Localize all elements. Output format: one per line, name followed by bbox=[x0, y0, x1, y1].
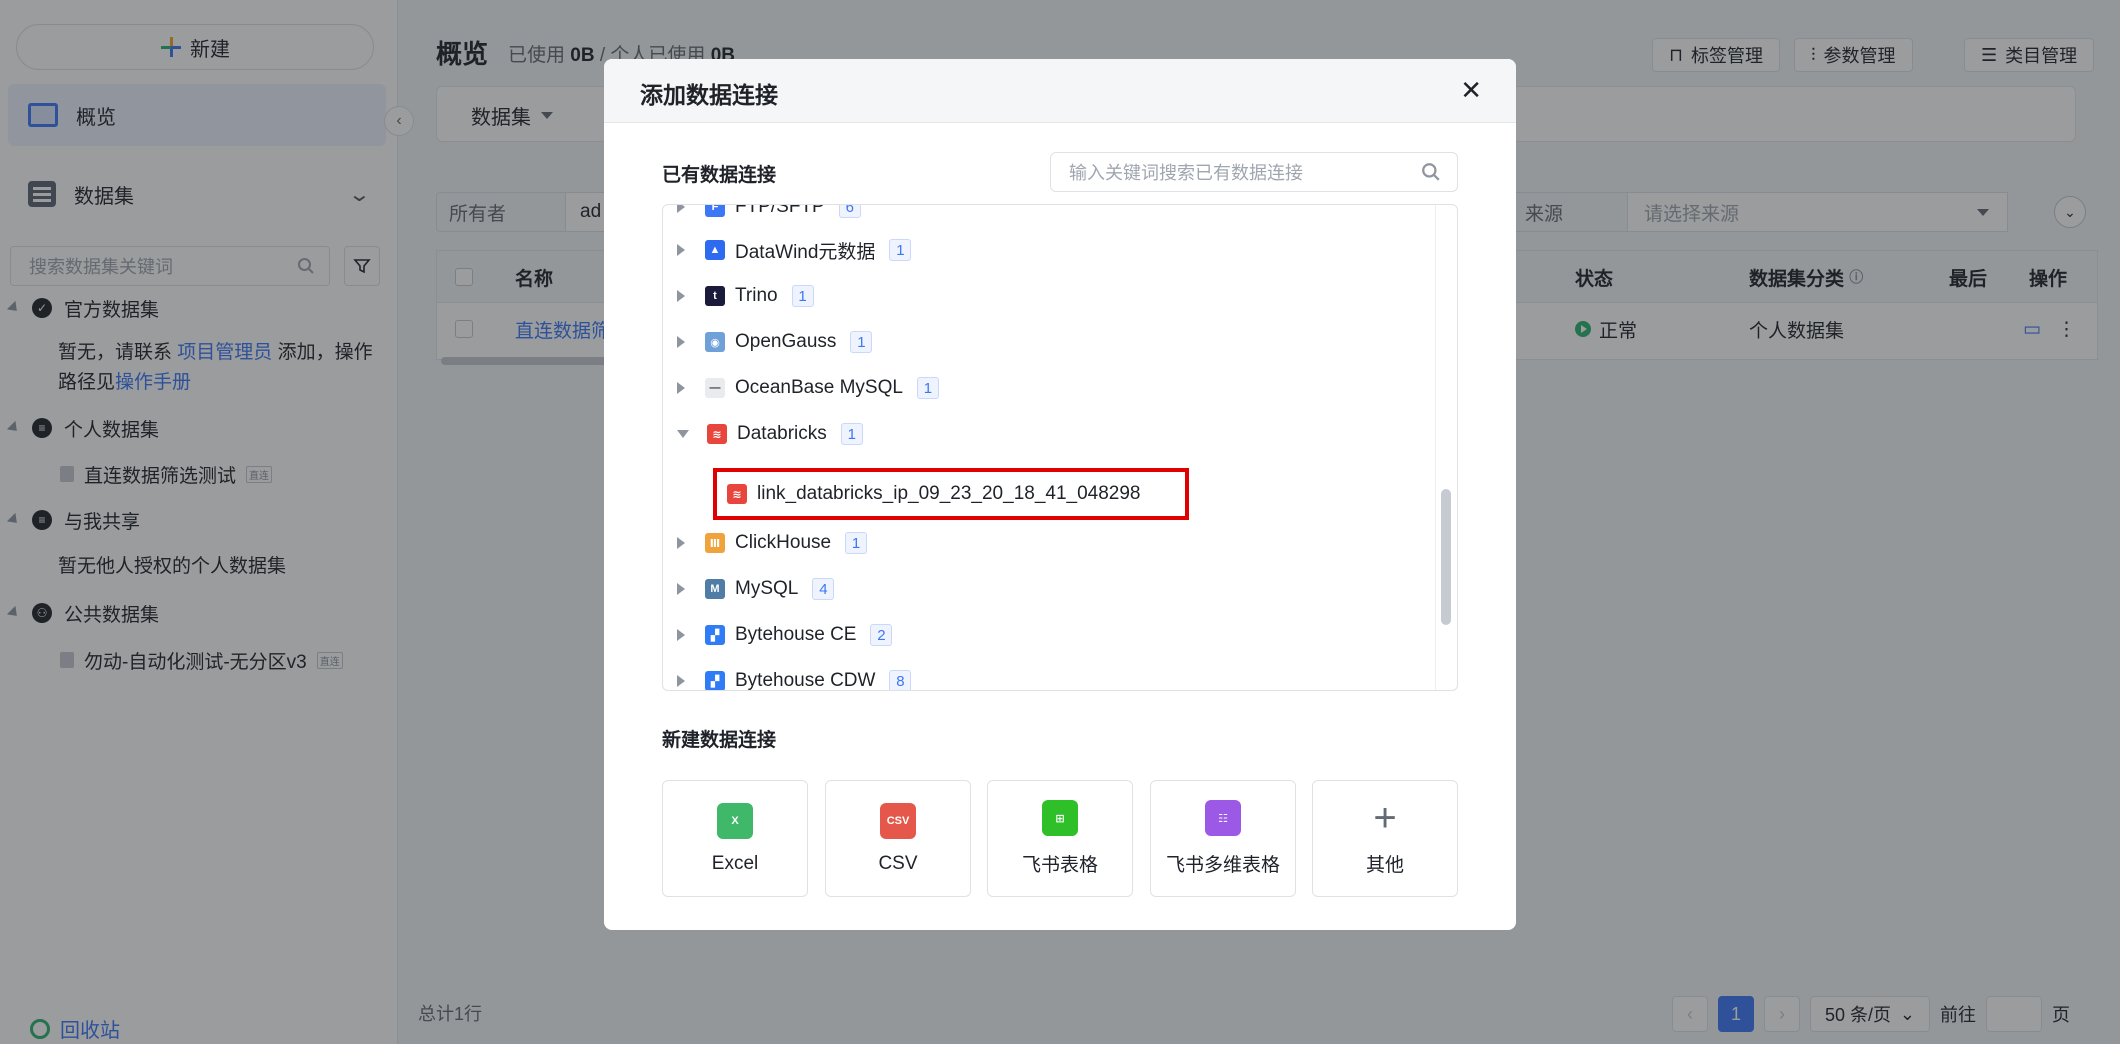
new-lark-bitable-card[interactable]: ☷ 飞书多维表格 bbox=[1150, 780, 1296, 897]
connection-name: OceanBase MySQL bbox=[735, 377, 903, 398]
connection-count: 1 bbox=[840, 423, 863, 445]
databricks-icon: ≋ bbox=[707, 424, 727, 444]
connection-name: ClickHouse bbox=[735, 532, 832, 553]
tree-child-databricks-link[interactable]: ≋ link_databricks_ip_09_23_20_18_41_0482… bbox=[713, 468, 1189, 520]
caret-right-icon bbox=[677, 244, 685, 256]
connection-name: Bytehouse CDW bbox=[735, 670, 876, 691]
search-icon bbox=[1422, 163, 1440, 181]
caret-right-icon bbox=[677, 382, 685, 394]
caret-right-icon bbox=[677, 629, 685, 641]
caret-right-icon bbox=[677, 205, 685, 213]
mysql-icon: M bbox=[705, 579, 725, 599]
caret-right-icon bbox=[677, 336, 685, 348]
tree-row-opengauss[interactable]: ◉ OpenGauss 1 bbox=[663, 322, 1423, 362]
excel-icon: X bbox=[717, 802, 753, 839]
connection-count: 1 bbox=[889, 239, 912, 261]
vertical-scrollbar[interactable] bbox=[1441, 489, 1451, 625]
new-connection-title: 新建数据连接 bbox=[662, 730, 777, 751]
connection-name: DataWind元数据 bbox=[735, 241, 876, 263]
tree-row-clickhouse[interactable]: Ⅲ ClickHouse 1 bbox=[663, 523, 1423, 563]
oceanbase-icon: — bbox=[705, 378, 725, 398]
new-csv-card[interactable]: CSV CSV bbox=[825, 780, 971, 897]
new-excel-card[interactable]: X Excel bbox=[662, 780, 808, 897]
bytehouse-icon: ▞ bbox=[705, 671, 725, 690]
modal-header: 添加数据连接 ✕ bbox=[604, 59, 1516, 123]
caret-down-icon bbox=[677, 430, 689, 438]
connection-name: Databricks bbox=[737, 423, 827, 444]
connection-count: 1 bbox=[791, 285, 814, 307]
new-lark-sheet-card[interactable]: ⊞ 飞书表格 bbox=[987, 780, 1133, 897]
existing-connections-title: 已有数据连接 bbox=[662, 165, 777, 186]
connection-count: 1 bbox=[845, 532, 868, 554]
connection-child-name: link_databricks_ip_09_23_20_18_41_048298 bbox=[757, 483, 1141, 504]
clickhouse-icon: Ⅲ bbox=[705, 533, 725, 553]
connection-search-input[interactable]: 输入关键词搜索已有数据连接 bbox=[1050, 152, 1458, 192]
tree-row-datawind[interactable]: ▲ DataWind元数据 1 bbox=[663, 230, 1423, 270]
tree-row-mysql[interactable]: M MySQL 4 bbox=[663, 569, 1423, 609]
caret-right-icon bbox=[677, 675, 685, 687]
caret-right-icon bbox=[677, 583, 685, 595]
card-label: CSV bbox=[878, 852, 918, 874]
connection-name: MySQL bbox=[735, 578, 799, 599]
connection-search-placeholder: 输入关键词搜索已有数据连接 bbox=[1069, 163, 1303, 183]
card-label: 飞书表格 bbox=[1021, 855, 1098, 876]
add-connection-modal: 添加数据连接 ✕ 已有数据连接 输入关键词搜索已有数据连接 F FTP/SFTP… bbox=[604, 59, 1516, 930]
csv-icon: CSV bbox=[880, 802, 916, 839]
modal-title: 添加数据连接 bbox=[640, 82, 778, 108]
tree-row-bytehouse-ce[interactable]: ▞ Bytehouse CE 2 bbox=[663, 615, 1423, 655]
datawind-icon: ▲ bbox=[705, 240, 725, 260]
databricks-icon: ≋ bbox=[727, 484, 747, 504]
card-label: Excel bbox=[711, 852, 759, 874]
caret-right-icon bbox=[677, 290, 685, 302]
tree-row-ftp[interactable]: F FTP/SFTP 6 bbox=[663, 204, 1423, 227]
tree-row-databricks[interactable]: ≋ Databricks 1 bbox=[663, 414, 1423, 454]
lark-bitable-icon: ☷ bbox=[1205, 800, 1241, 836]
tree-row-oceanbase[interactable]: — OceanBase MySQL 1 bbox=[663, 368, 1423, 408]
tree-row-trino[interactable]: t Trino 1 bbox=[663, 276, 1423, 316]
opengauss-icon: ◉ bbox=[705, 332, 725, 352]
lark-sheet-icon: ⊞ bbox=[1042, 800, 1078, 836]
connection-name: Trino bbox=[735, 285, 778, 306]
caret-right-icon bbox=[677, 537, 685, 549]
plus-icon: + bbox=[1373, 796, 1397, 840]
card-label: 飞书多维表格 bbox=[1165, 855, 1280, 876]
tree-row-bytehouse-cdw[interactable]: ▞ Bytehouse CDW 8 bbox=[663, 661, 1423, 691]
connection-tree: F FTP/SFTP 6 ▲ DataWind元数据 1 t Trino 1 ◉… bbox=[662, 204, 1458, 691]
card-label: 其他 bbox=[1365, 855, 1404, 876]
connection-count: 6 bbox=[838, 205, 861, 218]
connection-count: 1 bbox=[916, 377, 939, 399]
connection-count: 1 bbox=[850, 331, 873, 353]
connection-name: FTP/SFTP bbox=[735, 204, 825, 217]
ftp-icon: F bbox=[705, 205, 725, 217]
close-icon[interactable]: ✕ bbox=[1460, 75, 1482, 105]
bytehouse-icon: ▞ bbox=[705, 625, 725, 645]
connection-count: 8 bbox=[889, 670, 912, 690]
connection-count: 2 bbox=[870, 624, 893, 646]
connection-count: 4 bbox=[812, 578, 835, 600]
trino-icon: t bbox=[705, 286, 725, 306]
connection-name: OpenGauss bbox=[735, 331, 837, 352]
new-other-card[interactable]: + 其他 bbox=[1312, 780, 1458, 897]
connection-name: Bytehouse CE bbox=[735, 624, 857, 645]
